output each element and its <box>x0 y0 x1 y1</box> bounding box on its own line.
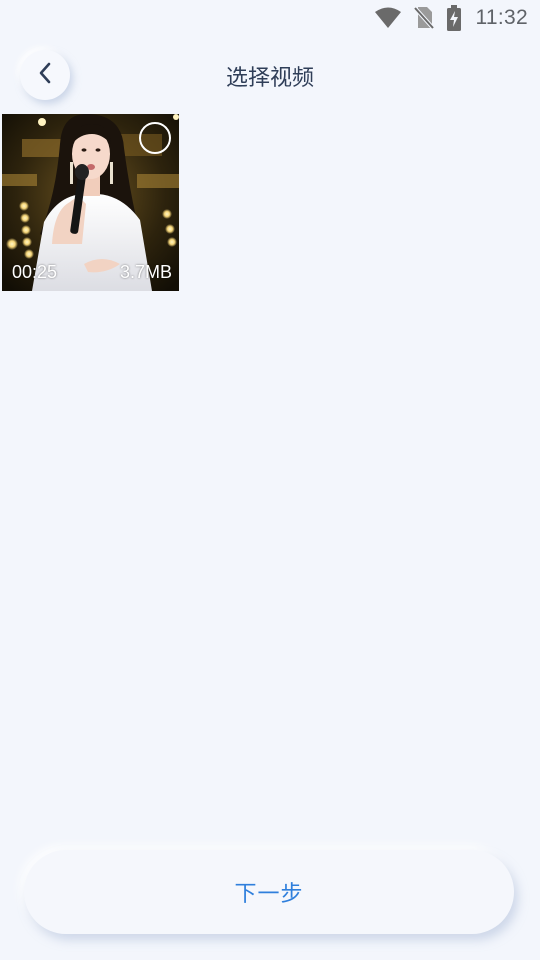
status-icons: 11:32 <box>374 4 529 32</box>
no-sim-icon <box>413 6 434 30</box>
battery-charging-icon <box>446 5 462 31</box>
wifi-icon <box>374 7 402 29</box>
status-time: 11:32 <box>475 6 528 29</box>
select-checkbox[interactable] <box>139 122 171 154</box>
next-button[interactable]: 下一步 <box>24 850 514 934</box>
status-bar: 11:32 <box>0 0 540 36</box>
video-grid: 00:25 3.7MB <box>2 114 179 291</box>
select-video-screen: 11:32 选择视频 00:25 3.7MB 下一步 <box>0 0 540 960</box>
video-duration: 00:25 <box>12 262 58 282</box>
next-button-label: 下一步 <box>234 882 304 907</box>
header: 选择视频 <box>0 46 540 106</box>
video-size: 3.7MB <box>119 262 172 282</box>
video-tile[interactable]: 00:25 3.7MB <box>2 114 179 291</box>
page-title: 选择视频 <box>225 66 314 91</box>
